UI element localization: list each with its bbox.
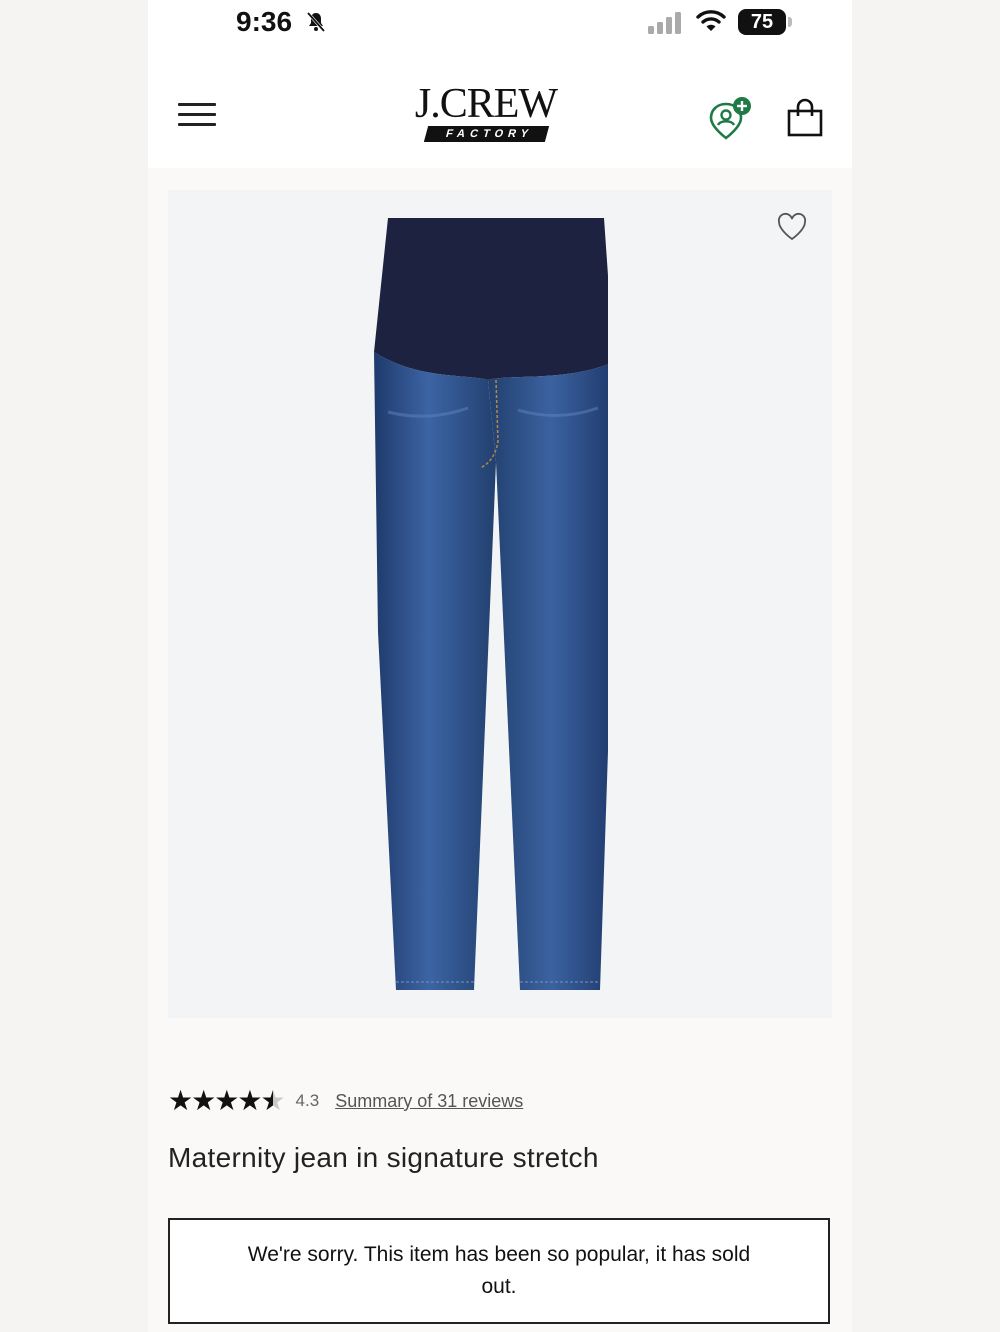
status-bar: 9:36 75	[148, 0, 852, 48]
product-image[interactable]	[168, 190, 832, 1018]
sold-out-message: We're sorry. This item has been so popul…	[247, 1243, 751, 1298]
background-left	[0, 0, 148, 1332]
heart-icon[interactable]	[776, 212, 808, 247]
logo-main: J.CREW	[414, 81, 558, 127]
star-icon: ★	[168, 1084, 194, 1117]
rating-value: 4.3	[295, 1091, 320, 1110]
bag-icon[interactable]	[786, 98, 824, 143]
site-header: J.CREW FACTORY	[148, 48, 852, 168]
background-right	[852, 0, 1000, 1332]
star-icon: ★	[214, 1084, 240, 1117]
rating-row: ★ ★ ★ ★ ★ 4.3 Summary of 31 reviews	[168, 1084, 523, 1117]
account-icon[interactable]	[708, 96, 754, 147]
menu-icon[interactable]	[178, 103, 216, 127]
cell-signal-icon	[648, 12, 684, 39]
battery-cap	[788, 17, 792, 27]
wifi-icon	[696, 8, 726, 39]
battery-indicator: 75	[738, 9, 786, 35]
jeans-illustration	[368, 212, 614, 997]
silent-bell-icon	[304, 10, 328, 39]
reviews-summary-link[interactable]: Summary of 31 reviews	[335, 1091, 523, 1112]
status-time: 9:36	[236, 6, 293, 37]
product-title: Maternity jean in signature stretch	[168, 1142, 599, 1173]
star-rating: ★ ★ ★ ★ ★	[168, 1084, 286, 1117]
logo-sub: FACTORY	[423, 126, 549, 142]
partial-star-icon: ★	[260, 1084, 286, 1117]
star-icon: ★	[191, 1084, 217, 1117]
site-logo[interactable]: J.CREW FACTORY	[406, 81, 566, 142]
phone-screen: 9:36 75 J.CREW FACTORY ★ ★ ★ ★ ★ 4.3 Sum…	[148, 0, 852, 1332]
star-icon: ★	[237, 1084, 263, 1117]
sold-out-notice: We're sorry. This item has been so popul…	[168, 1218, 830, 1324]
